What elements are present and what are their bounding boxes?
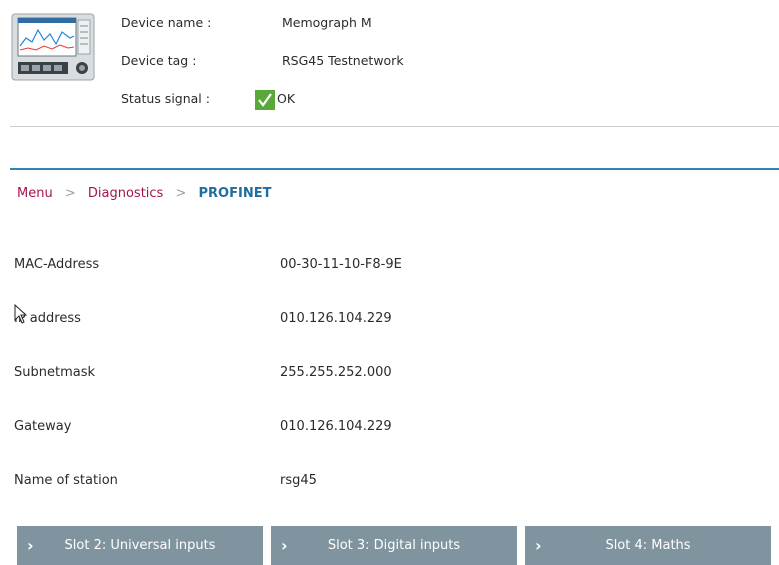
- check-icon: [255, 89, 275, 110]
- chevron-right-icon: ›: [27, 536, 34, 555]
- detail-row-station: Name of station rsg45: [14, 470, 779, 492]
- detail-label: Subnetmask: [14, 365, 96, 380]
- detail-row-gateway: Gateway 010.126.104.229: [14, 416, 779, 438]
- device-name-label: Device name :: [121, 15, 212, 30]
- device-image: [11, 13, 95, 81]
- status-signal-label: Status signal :: [121, 91, 210, 106]
- slot-4-button[interactable]: › Slot 4: Maths: [525, 526, 771, 565]
- status-signal-value: OK: [277, 91, 296, 106]
- slot-button-label: Slot 4: Maths: [605, 538, 691, 553]
- detail-value: rsg45: [280, 473, 317, 488]
- breadcrumb-menu[interactable]: Menu: [17, 186, 53, 201]
- detail-value: 255.255.252.000: [280, 365, 392, 380]
- detail-row-mac: MAC-Address 00-30-11-10-F8-9E: [14, 254, 779, 276]
- header-divider: [10, 126, 779, 127]
- slot-2-button[interactable]: › Slot 2: Universal inputs: [17, 526, 263, 565]
- breadcrumb-separator: >: [175, 186, 187, 201]
- slot-button-label: Slot 3: Digital inputs: [327, 538, 461, 553]
- slot-button-label: Slot 2: Universal inputs: [64, 538, 216, 553]
- chevron-right-icon: ›: [281, 536, 288, 555]
- detail-label: Gateway: [14, 419, 72, 434]
- slot-3-button[interactable]: › Slot 3: Digital inputs: [271, 526, 517, 565]
- content-divider: [10, 168, 779, 170]
- status-signal-value-wrap: OK: [255, 89, 295, 110]
- detail-value: 010.126.104.229: [280, 311, 392, 326]
- device-header: Device name : Memograph M Device tag : R…: [0, 0, 779, 130]
- breadcrumb-diagnostics[interactable]: Diagnostics: [88, 186, 163, 201]
- breadcrumb-current: PROFINET: [198, 186, 272, 201]
- detail-label: Name of station: [14, 473, 118, 488]
- chevron-right-icon: ›: [535, 536, 542, 555]
- detail-label: MAC-Address: [14, 257, 100, 272]
- detail-row-subnet: Subnetmask 255.255.252.000: [14, 362, 779, 384]
- detail-value: 00-30-11-10-F8-9E: [280, 257, 402, 272]
- breadcrumb-separator: >: [64, 186, 76, 201]
- mouse-cursor-icon: [14, 304, 28, 324]
- device-tag-value: RSG45 Testnetwork: [282, 53, 404, 68]
- device-name-value: Memograph M: [282, 15, 372, 30]
- device-tag-label: Device tag :: [121, 53, 197, 68]
- detail-value: 010.126.104.229: [280, 419, 392, 434]
- detail-row-ip: IP address 010.126.104.229: [14, 308, 779, 330]
- breadcrumb: Menu > Diagnostics > PROFINET: [17, 184, 271, 204]
